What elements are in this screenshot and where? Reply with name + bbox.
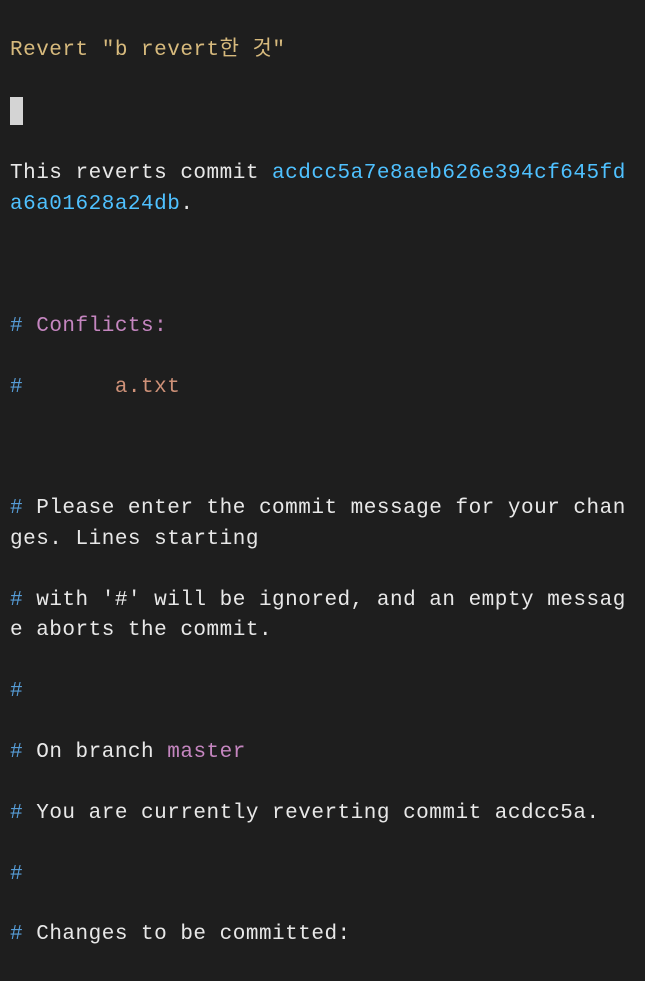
comment-hash: # <box>10 680 23 703</box>
on-branch-prefix: On branch <box>23 741 167 764</box>
blank-line[interactable] <box>10 251 635 281</box>
reverting-status-line[interactable]: # You are currently reverting commit acd… <box>10 799 635 829</box>
text-cursor <box>10 97 23 124</box>
blank-line[interactable] <box>10 433 635 463</box>
changes-label: Changes to be committed: <box>23 923 351 946</box>
comment-empty-line[interactable]: # <box>10 677 635 707</box>
reverting-text: You are currently reverting commit acdcc… <box>23 802 600 825</box>
reverts-prefix: This reverts commit <box>10 162 272 185</box>
comment-hash: # <box>10 923 23 946</box>
comment-hash: # <box>10 315 23 338</box>
comment-hash: # <box>10 802 23 825</box>
conflict-file: a.txt <box>115 376 181 399</box>
changes-header-line[interactable]: # Changes to be committed: <box>10 920 635 950</box>
instruction-line-1[interactable]: # Please enter the commit message for yo… <box>10 494 635 555</box>
instruction-text: with '#' will be ignored, and an empty m… <box>10 589 626 642</box>
conflicts-header-line[interactable]: # Conflicts: <box>10 312 635 342</box>
cursor-line[interactable] <box>10 97 635 129</box>
comment-hash: # <box>10 497 23 520</box>
instruction-text: Please enter the commit message for your… <box>10 497 626 550</box>
reverts-suffix: . <box>180 193 193 216</box>
commit-message-editor[interactable]: Revert "b revert한 것" This reverts commit… <box>10 6 635 981</box>
commit-subject-line[interactable]: Revert "b revert한 것" <box>10 36 635 66</box>
instruction-line-2[interactable]: # with '#' will be ignored, and an empty… <box>10 586 635 647</box>
comment-hash: # <box>10 741 23 764</box>
conflicts-file-line[interactable]: # a.txt <box>10 373 635 403</box>
conflicts-label: Conflicts: <box>23 315 167 338</box>
commit-subject: Revert "b revert한 것" <box>10 39 285 62</box>
comment-hash: # <box>10 589 23 612</box>
comment-hash: # <box>10 376 23 399</box>
reverts-line[interactable]: This reverts commit acdcc5a7e8aeb626e394… <box>10 159 635 220</box>
branch-name: master <box>167 741 246 764</box>
comment-empty-line[interactable]: # <box>10 860 635 890</box>
conflict-file-prefix <box>23 376 115 399</box>
comment-hash: # <box>10 863 23 886</box>
on-branch-line[interactable]: # On branch master <box>10 738 635 768</box>
